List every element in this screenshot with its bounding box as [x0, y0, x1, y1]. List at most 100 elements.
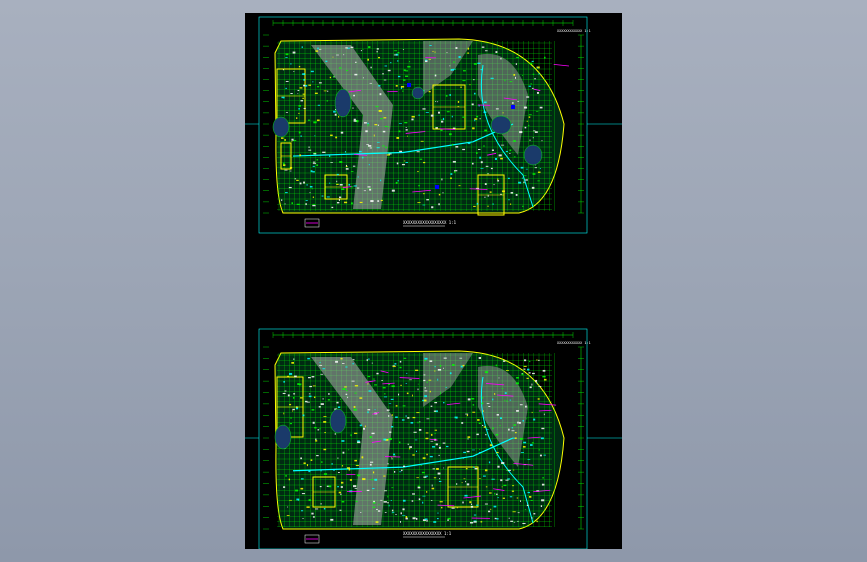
detail-mark [318, 82, 322, 84]
detail-mark [511, 427, 513, 429]
detail-mark [335, 360, 338, 363]
detail-mark [398, 123, 402, 124]
detail-mark [296, 117, 298, 119]
detail-mark [526, 377, 529, 379]
detail-mark [434, 432, 436, 434]
detail-mark [483, 426, 486, 428]
detail-mark [352, 359, 355, 361]
detail-mark [434, 370, 436, 372]
detail-mark [291, 141, 293, 143]
detail-mark [489, 444, 493, 447]
lower-plan-canvas[interactable] [245, 323, 622, 549]
detail-mark [376, 147, 380, 149]
detail-mark [537, 398, 540, 400]
detail-mark [345, 393, 348, 395]
detail-mark [345, 168, 349, 170]
detail-mark [464, 494, 468, 497]
detail-mark [391, 509, 394, 512]
detail-mark [423, 374, 426, 376]
detail-mark [429, 390, 431, 393]
detail-mark [384, 512, 387, 513]
detail-mark [531, 383, 533, 386]
detail-mark [284, 169, 288, 171]
drawing-sheet[interactable]: XXXXXXXXXXXX 1:1 XXXXXXXXXXXXXXXXXX 1:1 … [245, 13, 622, 549]
detail-mark [391, 458, 393, 460]
detail-mark [412, 493, 415, 495]
detail-mark [513, 73, 516, 76]
detail-mark [502, 360, 506, 362]
detail-mark [452, 61, 455, 63]
detail-mark [485, 165, 489, 167]
detail-mark [539, 106, 543, 109]
detail-mark [338, 491, 342, 494]
detail-mark [425, 432, 429, 434]
detail-mark [344, 151, 346, 153]
detail-mark [291, 202, 294, 205]
detail-mark [303, 78, 305, 81]
detail-mark [411, 500, 414, 502]
detail-mark [354, 432, 358, 434]
detail-mark [338, 67, 342, 69]
detail-mark [432, 50, 434, 53]
detail-mark [289, 170, 292, 172]
detail-mark [339, 161, 343, 163]
detail-mark [390, 500, 392, 501]
detail-mark [497, 497, 499, 499]
detail-mark [376, 508, 378, 510]
detail-mark [469, 521, 474, 524]
detail-mark [543, 413, 545, 416]
detail-mark [441, 178, 443, 181]
detail-mark [499, 417, 502, 420]
detail-mark [383, 396, 388, 398]
detail-mark [509, 149, 512, 152]
detail-mark [297, 90, 300, 92]
detail-mark [544, 56, 546, 59]
detail-mark [484, 129, 488, 132]
detail-mark [360, 50, 362, 52]
detail-mark [354, 385, 359, 387]
detail-mark [504, 399, 506, 402]
detail-mark [471, 103, 474, 106]
detail-mark [350, 46, 354, 48]
detail-mark [310, 170, 313, 173]
detail-mark [288, 478, 291, 481]
detail-mark [443, 467, 445, 469]
detail-mark [312, 204, 316, 207]
upper-floor-plan[interactable]: XXXXXXXXXXXX 1:1 XXXXXXXXXXXXXXXXXX 1:1 [245, 13, 622, 253]
detail-mark [380, 179, 382, 182]
detail-mark [294, 375, 297, 378]
detail-mark [527, 368, 530, 371]
detail-mark [313, 121, 317, 124]
detail-mark [450, 177, 452, 180]
detail-mark [433, 477, 437, 479]
detail-mark [340, 486, 343, 488]
detail-mark [374, 384, 377, 386]
detail-mark [511, 490, 515, 492]
detail-mark [293, 393, 296, 395]
detail-mark [287, 375, 290, 378]
detail-mark [339, 509, 342, 511]
detail-mark [312, 161, 316, 163]
upper-plan-canvas[interactable] [245, 13, 622, 253]
detail-mark [377, 510, 381, 512]
detail-mark [355, 61, 357, 63]
cad-viewport[interactable]: XXXXXXXXXXXX 1:1 XXXXXXXXXXXXXXXXXX 1:1 … [0, 0, 867, 562]
detail-mark [285, 81, 289, 82]
detail-mark [397, 51, 400, 54]
lower-plan-caption: XXXXXXXXXXXXXXXX 1:1 [403, 531, 452, 536]
detail-mark [304, 85, 308, 87]
detail-mark [451, 507, 455, 509]
detail-mark [378, 85, 381, 87]
detail-mark [501, 190, 505, 193]
detail-mark [481, 397, 484, 399]
detail-mark [285, 87, 287, 89]
detail-mark [404, 75, 409, 77]
detail-mark [381, 380, 384, 381]
detail-mark [369, 188, 372, 191]
detail-mark [327, 399, 330, 401]
detail-mark [367, 58, 369, 61]
detail-mark [424, 359, 427, 362]
lower-floor-plan[interactable]: XXXXXXXXXXXX 1:1 XXXXXXXXXXXXXXXX 1:1 [245, 323, 622, 549]
detail-mark [349, 479, 353, 481]
detail-mark [495, 433, 499, 436]
